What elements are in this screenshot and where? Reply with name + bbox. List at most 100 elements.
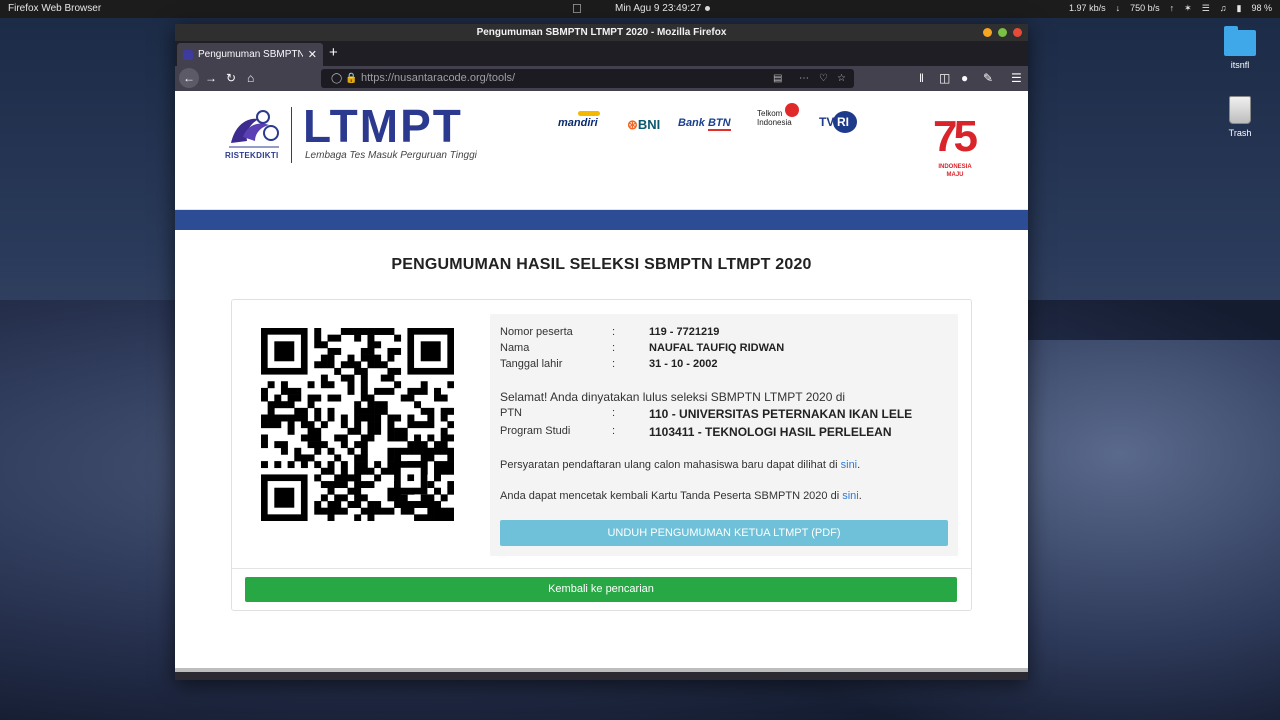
back-button[interactable]: ← [179,68,199,88]
re-registration-note: Persyaratan pendaftaran ulang calon maha… [500,459,860,471]
wifi-icon[interactable]: ☰ [1202,3,1210,14]
net-up-readout: 750 b/s [1130,3,1160,14]
tab-favicon-icon [183,49,193,60]
maximize-button[interactable] [998,28,1007,37]
bni-text: BNI [637,117,661,132]
page-title: PENGUMUMAN HASIL SELEKSI SBMPTN LTMPT 20… [391,256,812,273]
tvri-ri-text: RI [837,115,849,129]
desktop-folder[interactable]: itsnfl [1215,26,1265,70]
sponsor-mandiri-logo: mandiri [558,111,600,129]
clock[interactable]: Min Agu 9 23:49:27 [615,3,701,14]
ri75-line2: MAJU [946,172,964,178]
nama-separator: : [612,342,616,354]
re-registration-link[interactable]: sini [841,459,858,471]
back-to-search-button[interactable]: Kembali ke pencarian [245,577,957,602]
ltmpt-logo[interactable]: RISTEKDIKTI LTMPT Lembaga Tes Masuk Perg… [225,100,485,167]
bookmark-star-icon[interactable]: ☆ [837,69,846,88]
ristekdikti-text: RISTEKDIKTI [225,151,279,160]
navigation-toolbar: ← → ↻ ⌂ ◯ 🔒 https://nusantaracode.org/to… [175,66,1028,91]
library-icon[interactable]: ‖ [919,71,924,85]
sponsor-bni-logo: ⊛BNI [627,117,660,133]
download-arrow-icon: ↓ [1115,3,1121,13]
upload-arrow-icon: ↑ [1169,3,1175,13]
qr-code-icon [261,328,454,521]
nomor-label: Nomor peserta [500,326,573,338]
battery-icon[interactable]: ▮ [1237,3,1242,14]
tab-close-icon[interactable]: ✕ [308,48,317,61]
reload-button[interactable]: ↻ [226,71,236,85]
home-button[interactable]: ⌂ [247,71,254,85]
ptn-label: PTN [500,407,522,419]
active-app-name[interactable]: Firefox Web Browser [8,3,101,14]
apple-icon[interactable]:  [572,1,582,16]
telkom-mark-icon [785,103,799,117]
row-nama: Nama : NAUFAL TAUFIQ RIDWAN [500,342,784,354]
reprint-card-link[interactable]: sini [842,490,859,502]
tanggal-lahir-label: Tanggal lahir [500,358,563,370]
sponsor-tvri-logo: TV RI [819,111,859,133]
window-title: Pengumuman SBMPTN LTMPT 2020 - Mozilla F… [476,27,727,38]
telkom-sub-text: Indonesia [757,118,792,127]
system-tray: 1.97 kb/s ↓ 750 b/s ↑ ✶ ☰ ♫ ▮ 98 % [1069,3,1272,14]
ri75-number: 75 [933,112,978,161]
net-up-unit: b/s [1147,3,1160,13]
window-controls [983,28,1022,37]
account-icon[interactable]: ● [961,71,968,85]
ltmpt-tagline: Lembaga Tes Masuk Perguruan Tinggi [305,150,477,161]
top-panel: Firefox Web Browser  Min Agu 9 23:49:27… [0,0,1280,18]
net-up-value: 750 [1130,3,1146,13]
ptn-value: 110 - UNIVERSITAS PETERNAKAN IKAN LELE [649,407,913,421]
ri75-caption: INDONESIA MAJU [931,163,979,179]
url-text[interactable]: https://nusantaracode.org/tools/ [361,72,515,84]
extension-icon[interactable]: ✎ [983,71,993,85]
horizontal-scrollbar[interactable] [175,668,1028,672]
site-header: RISTEKDIKTI LTMPT Lembaga Tes Masuk Perg… [175,91,1028,210]
download-announcement-button[interactable]: UNDUH PENGUMUMAN KETUA LTMPT (PDF) [500,520,948,546]
nama-label: Nama [500,342,530,354]
desktop-folder-label: itsnfl [1230,60,1250,70]
card-divider [232,568,971,569]
forward-button[interactable]: → [205,71,217,85]
nomor-value: 119 - 7721219 [649,326,720,338]
new-tab-button[interactable]: + [329,44,338,61]
row-program-studi: Program Studi : 1103411 - TEKNOLOGI HASI… [500,425,892,439]
sponsor-telkom-logo: Telkom Indonesia [757,103,799,127]
window-titlebar[interactable]: Pengumuman SBMPTN LTMPT 2020 - Mozilla F… [175,24,1028,41]
bni-mark-icon: ⊛ [627,117,638,132]
menu-icon[interactable]: ☰ [1011,71,1022,85]
ristekdikti-logo-icon [229,110,279,148]
congrats-text: Selamat! Anda dinyatakan lulus seleksi S… [500,390,846,404]
row-ptn: PTN : 110 - UNIVERSITAS PETERNAKAN IKAN … [500,407,912,421]
row-tanggal-lahir: Tanggal lahir : 31 - 10 - 2002 [500,358,718,370]
volume-icon[interactable]: ♫ [1220,3,1227,14]
program-studi-value: 1103411 - TEKNOLOGI HASIL PERLELEAN [649,425,892,439]
telkom-text: Telkom [757,109,783,118]
tab-pengumuman[interactable]: Pengumuman SBMPTN LTM ✕ [177,43,323,66]
lock-icon[interactable]: 🔒 [345,69,357,88]
pocket-icon[interactable]: ♡ [819,69,828,88]
btn-text: BTN [707,117,731,131]
close-button[interactable] [1013,28,1022,37]
page-actions-icon[interactable]: ⋯ [799,69,809,88]
ltmpt-wordmark: LTMPT [303,100,463,152]
indonesia-75-logo: 75 INDONESIA MAJU [931,113,979,183]
sidebar-icon[interactable]: ◫ [939,71,950,85]
tanggal-lahir-value: 31 - 10 - 2002 [649,358,718,370]
ptn-separator: : [612,407,616,419]
reader-view-icon[interactable]: ▤ [773,69,782,88]
desktop-trash-label: Trash [1228,128,1252,138]
notification-dot-icon [705,6,710,11]
desktop-trash[interactable]: Trash [1215,96,1265,138]
reprint-card-period: . [858,490,862,502]
bluetooth-icon[interactable]: ✶ [1184,3,1192,14]
result-card: Nomor peserta : 119 - 7721219 Nama : NAU… [231,299,972,611]
tab-bar: Pengumuman SBMPTN LTM ✕ + [175,41,1028,66]
program-studi-separator: : [612,425,616,437]
url-bar[interactable]: ◯ 🔒 https://nusantaracode.org/tools/ ▤ ⋯… [321,69,854,88]
row-nomor: Nomor peserta : 119 - 7721219 [500,326,719,338]
shield-icon[interactable]: ◯ [331,69,342,88]
net-down-readout: 1.97 kb/s [1069,3,1106,14]
ri75-line1: INDONESIA [938,164,972,170]
firefox-window: Pengumuman SBMPTN LTMPT 2020 - Mozilla F… [175,24,1028,680]
minimize-button[interactable] [983,28,992,37]
